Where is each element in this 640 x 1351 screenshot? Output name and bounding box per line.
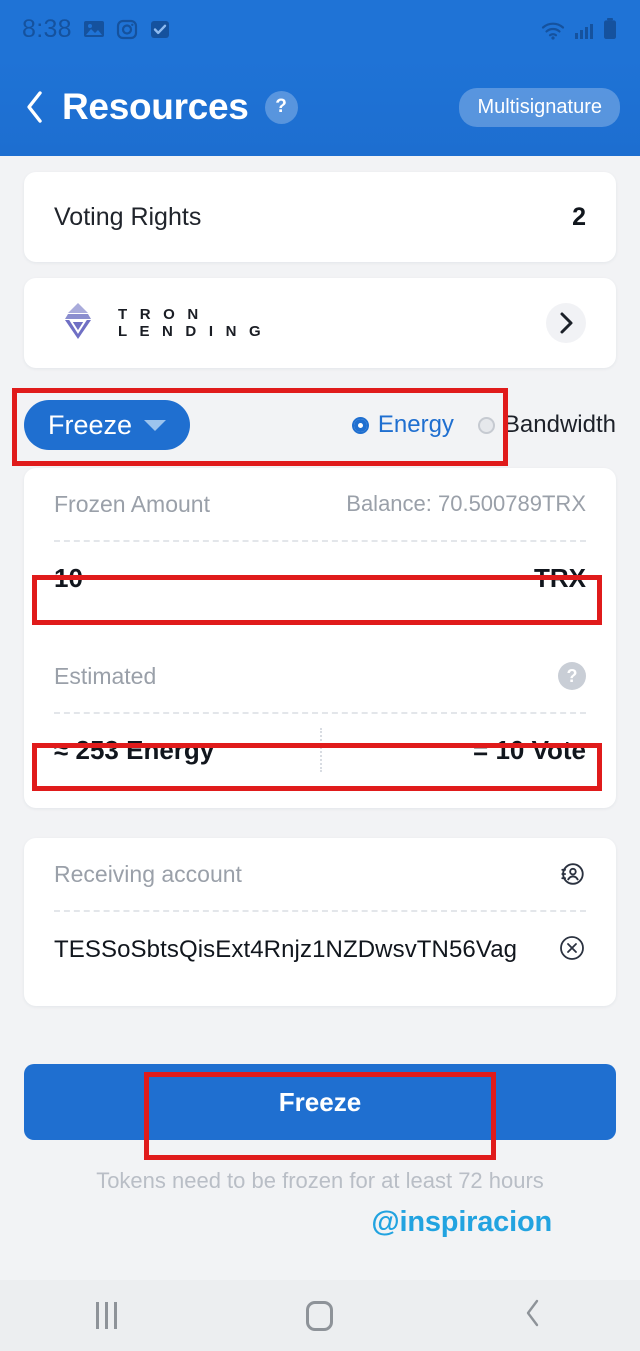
clear-circle-icon[interactable] — [558, 934, 586, 967]
android-navigation-bar — [0, 1280, 640, 1351]
home-icon — [306, 1300, 334, 1331]
status-bar-left: 8:38 — [22, 15, 171, 44]
frozen-amount-header: Frozen Amount Balance: 70.500789TRX — [54, 468, 586, 540]
estimated-help-icon[interactable]: ? — [558, 662, 586, 690]
address-book-icon[interactable] — [558, 860, 586, 888]
cta-section: Freeze Tokens need to be frozen for at l… — [24, 1064, 616, 1239]
status-bar-right — [540, 17, 618, 41]
page-title: Resources — [62, 86, 249, 127]
amount-estimated-gap — [54, 614, 586, 640]
receiving-account-address: TESSoSbtsQisExt4Rnjz1NZDwsvTN56Vag — [54, 936, 518, 963]
radio-energy-dot — [351, 416, 369, 434]
receiving-account-card: Receiving account TESSoSbtsQisExt4Rnjz1N… — [24, 838, 616, 1006]
estimated-header: Estimated ? — [54, 640, 586, 712]
tron-lending-brand: T R O N L E N D I N G — [54, 297, 265, 350]
estimated-separator — [320, 728, 322, 772]
back-icon — [523, 1298, 543, 1333]
chevron-right-icon[interactable] — [546, 303, 586, 343]
radio-bandwidth-dot — [477, 416, 495, 434]
app-screen: 8:38 Resources ? Multisignature Voting R… — [0, 0, 640, 1351]
tron-lending-card[interactable]: T R O N L E N D I N G — [24, 278, 616, 368]
resource-type-radio-group: Energy Bandwidth — [351, 411, 616, 439]
estimated-vote-value: = 10 Vote — [473, 734, 586, 765]
radio-energy-label: Energy — [377, 411, 454, 438]
receiving-account-header: Receiving account — [54, 838, 586, 910]
receiving-account-input[interactable]: TESSoSbtsQisExt4Rnjz1NZDwsvTN56Vag — [54, 912, 586, 988]
recents-icon — [96, 1302, 118, 1329]
nav-back-button[interactable] — [427, 1298, 640, 1333]
checkbox-icon — [149, 18, 171, 40]
frozen-amount-input[interactable]: 10 TRX — [54, 542, 586, 614]
help-icon[interactable]: ? — [264, 90, 298, 124]
action-selector-row: Freeze Energy Bandwidth — [24, 394, 616, 456]
tron-lending-logo-icon — [54, 297, 102, 350]
cellular-signal-icon — [573, 19, 595, 41]
app-header: Resources ? Multisignature — [0, 58, 640, 156]
page-body: Voting Rights 2 T R O N L E N D I N G Fr… — [0, 172, 640, 1239]
tron-lending-wordmark: T R O N L E N D I N G — [118, 306, 265, 341]
freeze-mode-dropdown[interactable]: Freeze — [24, 400, 190, 450]
instagram-icon — [116, 18, 138, 40]
radio-bandwidth[interactable]: Bandwidth — [477, 411, 616, 439]
status-bar: 8:38 — [0, 0, 640, 58]
status-bar-clock: 8:38 — [22, 14, 72, 43]
frozen-amount-value: 10 — [54, 562, 83, 593]
frozen-amount-label: Frozen Amount — [54, 490, 210, 517]
home-button[interactable] — [213, 1300, 426, 1331]
balance-label: Balance: 70.500789TRX — [346, 491, 586, 516]
wifi-icon — [540, 19, 566, 41]
freeze-mode-label: Freeze — [47, 409, 133, 440]
gallery-icon — [83, 18, 105, 40]
multisignature-badge[interactable]: Multisignature — [459, 87, 620, 127]
freeze-note: Tokens need to be frozen for at least 72… — [96, 1168, 544, 1193]
estimated-label: Estimated — [54, 662, 157, 689]
tron-lending-line1: T R O N — [118, 305, 203, 323]
voting-rights-card[interactable]: Voting Rights 2 — [24, 172, 616, 262]
battery-icon — [602, 17, 618, 41]
receiving-account-label: Receiving account — [54, 860, 242, 887]
frozen-amount-unit: TRX — [534, 562, 586, 593]
tron-lending-line2: L E N D I N G — [118, 323, 265, 340]
voting-rights-value: 2 — [572, 202, 586, 231]
radio-energy[interactable]: Energy — [351, 411, 454, 439]
radio-bandwidth-label: Bandwidth — [503, 411, 616, 438]
estimated-energy-value: ≈ 253 Energy — [54, 734, 215, 765]
watermark: @inspiracion — [371, 1206, 552, 1238]
voting-rights-label: Voting Rights — [54, 202, 202, 231]
recents-button[interactable] — [0, 1302, 213, 1329]
amount-card: Frozen Amount Balance: 70.500789TRX 10 T… — [24, 468, 616, 808]
freeze-button[interactable]: Freeze — [24, 1064, 616, 1140]
back-button[interactable] — [20, 87, 50, 127]
estimated-values-row: ≈ 253 Energy = 10 Vote — [54, 714, 586, 786]
chevron-down-icon — [144, 419, 167, 431]
